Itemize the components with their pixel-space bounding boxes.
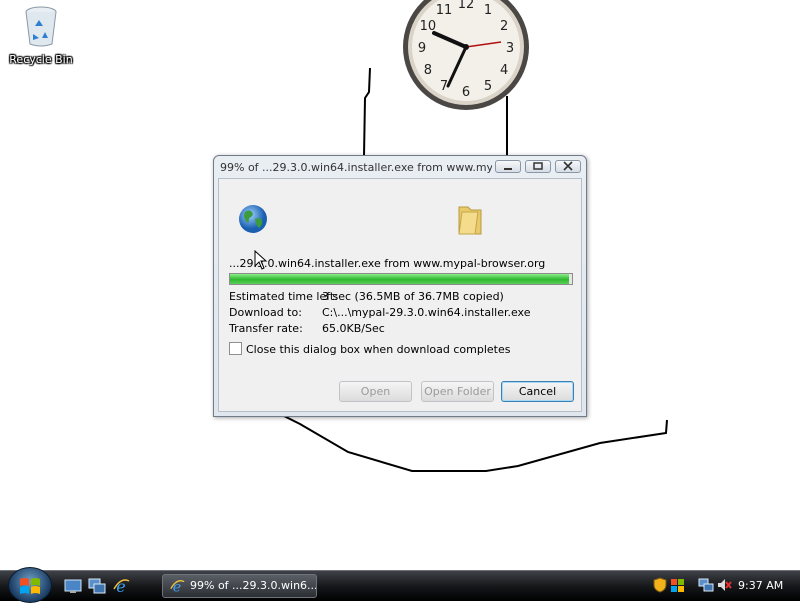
minimize-icon — [504, 168, 512, 170]
volume-muted-icon[interactable] — [716, 577, 732, 593]
clock-numeral: 11 — [436, 3, 453, 18]
clock-numeral: 2 — [500, 19, 508, 34]
clock-gadget[interactable]: 12 1234567891011 — [401, 0, 531, 115]
mouse-cursor-icon — [254, 250, 268, 270]
info-value: C:\...\mypal-29.3.0.win64.installer.exe — [322, 306, 531, 319]
info-transfer-rate: Transfer rate: 65.0KB/Sec — [229, 322, 385, 335]
taskbar: e e 99% of ...29.3.0.win6... 9:37 AM — [0, 567, 800, 603]
download-progress-bar — [229, 273, 573, 285]
info-value: 3 sec (36.5MB of 36.7MB copied) — [322, 290, 504, 303]
info-time-left: Estimated time left:3 sec (36.5MB of 36.… — [229, 290, 504, 303]
close-button[interactable] — [555, 160, 581, 173]
windows-logo-icon — [20, 578, 40, 594]
windows-update-icon[interactable] — [670, 577, 686, 593]
system-clock[interactable]: 9:37 AM — [738, 579, 783, 592]
close-icon — [563, 161, 573, 171]
info-download-to: Download to: C:\...\mypal-29.3.0.win64.in… — [229, 306, 530, 319]
info-value: 65.0KB/Sec — [322, 322, 385, 335]
open-folder-button[interactable]: Open Folder — [421, 381, 494, 402]
download-filename: ...29.3.0.win64.installer.exe from www.m… — [229, 257, 546, 270]
minimize-button[interactable] — [495, 160, 521, 173]
cancel-button[interactable]: Cancel — [501, 381, 574, 402]
info-label: Transfer rate: — [229, 322, 303, 335]
download-dialog: 99% of ...29.3.0.win64.installer.exe fro… — [213, 155, 587, 417]
clock-numeral: 3 — [506, 41, 514, 56]
download-progress-fill — [230, 274, 569, 284]
maximize-icon — [533, 162, 543, 170]
clock-numeral: 8 — [424, 63, 432, 78]
close-when-done-checkbox[interactable] — [229, 342, 242, 355]
info-label: Download to: — [229, 306, 302, 319]
maximize-button[interactable] — [525, 160, 551, 173]
globe-icon — [239, 205, 267, 233]
clock-numeral: 4 — [500, 63, 508, 78]
show-desktop-icon[interactable] — [64, 577, 82, 595]
clock-numeral: 5 — [484, 79, 492, 94]
network-icon[interactable] — [698, 577, 714, 593]
close-when-done-label: Close this dialog box when download comp… — [246, 343, 511, 356]
clock-numeral: 9 — [418, 41, 426, 56]
clock-numeral: 12 — [458, 0, 475, 12]
close-when-done-option[interactable]: Close this dialog box when download comp… — [229, 342, 510, 356]
switch-windows-icon[interactable] — [88, 577, 106, 595]
dialog-client: ...29.3.0.win64.installer.exe from www.m… — [218, 178, 582, 412]
dialog-title: 99% of ...29.3.0.win64.installer.exe fro… — [220, 161, 492, 174]
start-button[interactable] — [8, 567, 52, 603]
internet-explorer-icon[interactable]: e — [112, 577, 130, 595]
taskbar-task-label: 99% of ...29.3.0.win6... — [190, 579, 317, 592]
clock-numeral: 1 — [484, 3, 492, 18]
clock-numeral: 6 — [462, 85, 470, 100]
internet-explorer-icon: e — [170, 579, 185, 594]
dialog-titlebar[interactable]: 99% of ...29.3.0.win64.installer.exe fro… — [214, 156, 586, 178]
open-button[interactable]: Open — [339, 381, 412, 402]
info-label: Estimated time left: — [229, 290, 338, 303]
folder-icon — [458, 206, 482, 235]
taskbar-download-task[interactable]: e 99% of ...29.3.0.win6... — [162, 574, 317, 598]
security-shield-icon[interactable] — [652, 577, 668, 593]
